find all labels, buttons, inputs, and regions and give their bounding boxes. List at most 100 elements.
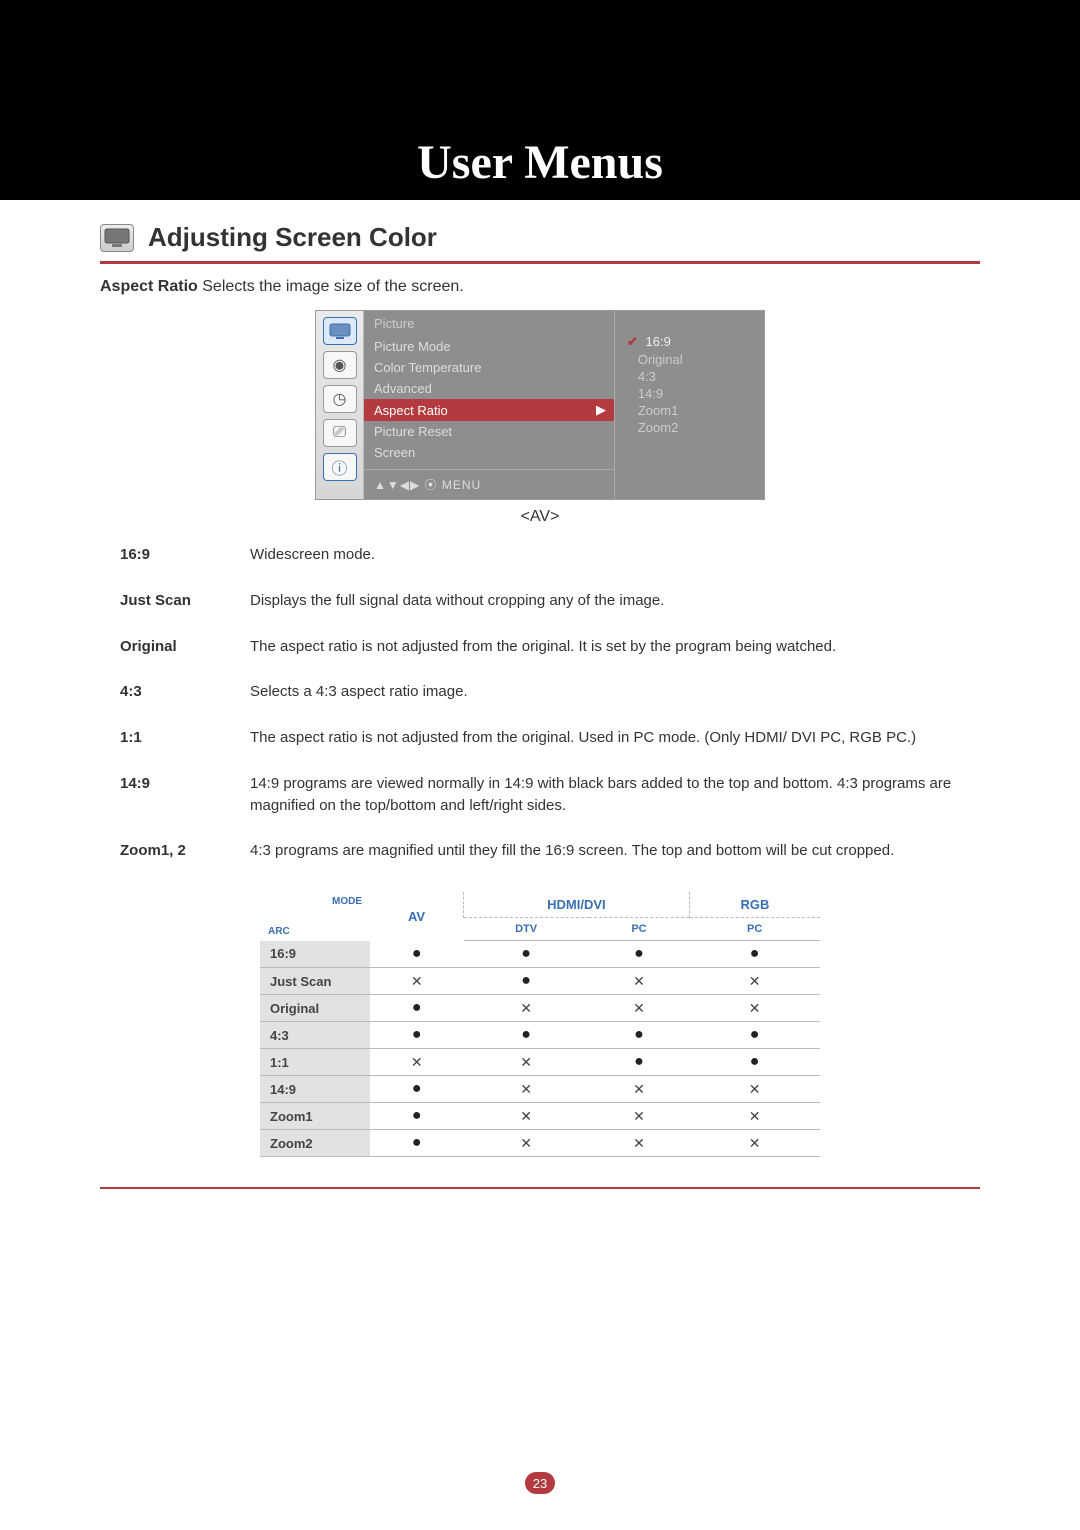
table-row: Original●✕✕✕ xyxy=(260,995,820,1022)
row-label: Original xyxy=(260,995,370,1022)
osd-option[interactable]: 14:9 xyxy=(627,385,752,402)
supported-icon: ● xyxy=(370,995,464,1022)
row-label: 14:9 xyxy=(260,1076,370,1103)
chevron-right-icon: ▶ xyxy=(596,402,606,418)
supported-icon: ● xyxy=(589,941,690,968)
unsupported-icon: ✕ xyxy=(689,968,820,995)
banner-title: User Menus xyxy=(417,135,663,190)
unsupported-icon: ✕ xyxy=(464,1049,589,1076)
osd-tab-option[interactable]: ⎚ xyxy=(323,419,357,447)
definition-row: 16:9Widescreen mode. xyxy=(120,544,980,566)
osd-option[interactable]: ✔ 16:9 xyxy=(627,333,752,351)
unsupported-icon: ✕ xyxy=(589,995,690,1022)
corner-arc: ARC xyxy=(268,926,290,937)
unsupported-icon: ✕ xyxy=(589,1076,690,1103)
osd-tab-info[interactable]: ⓘ xyxy=(323,453,357,481)
table-row: Zoom1●✕✕✕ xyxy=(260,1103,820,1130)
page-banner: User Menus xyxy=(0,0,1080,200)
supported-icon: ● xyxy=(464,1022,589,1049)
definition-row: Zoom1, 24:3 programs are magnified until… xyxy=(120,840,980,862)
table-row: 1:1✕✕●● xyxy=(260,1049,820,1076)
table-row: 4:3●●●● xyxy=(260,1022,820,1049)
definition-term: Just Scan xyxy=(120,590,250,612)
supported-icon: ● xyxy=(370,1103,464,1130)
osd-item[interactable]: Advanced xyxy=(364,378,614,399)
monitor-icon xyxy=(100,224,134,252)
osd-tab-audio[interactable]: ◉ xyxy=(323,351,357,379)
lead-text: Aspect Ratio Selects the image size of t… xyxy=(100,278,980,296)
supported-icon: ● xyxy=(589,1049,690,1076)
section-header: Adjusting Screen Color xyxy=(100,222,980,253)
osd-tab-time[interactable]: ◷ xyxy=(323,385,357,413)
col-av: AV xyxy=(370,892,464,941)
osd-option[interactable]: 4:3 xyxy=(627,368,752,385)
col-hdmi-dtv: DTV xyxy=(464,918,589,941)
definition-desc: The aspect ratio is not adjusted from th… xyxy=(250,727,980,749)
supported-icon: ● xyxy=(464,968,589,995)
unsupported-icon: ✕ xyxy=(464,1076,589,1103)
table-row: 16:9●●●● xyxy=(260,941,820,968)
osd-option-list: ✔ 16:9 Original 4:3 14:9 Zoom1 Zoom2 xyxy=(614,311,764,499)
osd-tab-strip: ◉ ◷ ⎚ ⓘ xyxy=(316,311,364,499)
osd-option[interactable]: Zoom1 xyxy=(627,402,752,419)
supported-icon: ● xyxy=(370,941,464,968)
section-title: Adjusting Screen Color xyxy=(148,222,437,253)
row-label: 4:3 xyxy=(260,1022,370,1049)
unsupported-icon: ✕ xyxy=(689,1076,820,1103)
definition-row: 4:3Selects a 4:3 aspect ratio image. xyxy=(120,681,980,703)
row-label: 16:9 xyxy=(260,941,370,968)
lead-rest: Selects the image size of the screen. xyxy=(198,278,464,295)
osd-item[interactable]: Picture Mode xyxy=(364,336,614,357)
osd-item[interactable]: Aspect Ratio▶ xyxy=(364,399,614,421)
col-hdmi: HDMI/DVI xyxy=(464,892,690,918)
av-caption: <AV> xyxy=(100,508,980,526)
unsupported-icon: ✕ xyxy=(589,1130,690,1157)
row-label: Just Scan xyxy=(260,968,370,995)
unsupported-icon: ✕ xyxy=(370,1049,464,1076)
col-rgb: RGB xyxy=(689,892,820,918)
table-row: Zoom2●✕✕✕ xyxy=(260,1130,820,1157)
osd-header: Picture xyxy=(364,311,614,336)
table-row: 14:9●✕✕✕ xyxy=(260,1076,820,1103)
bottom-rule xyxy=(100,1187,980,1189)
unsupported-icon: ✕ xyxy=(370,968,464,995)
page-number: 23 xyxy=(525,1472,555,1494)
unsupported-icon: ✕ xyxy=(464,1103,589,1130)
osd-item[interactable]: Color Temperature xyxy=(364,357,614,378)
definitions-list: 16:9Widescreen mode. Just ScanDisplays th… xyxy=(120,544,980,862)
osd-option[interactable]: Original xyxy=(627,351,752,368)
supported-icon: ● xyxy=(370,1076,464,1103)
definition-term: Zoom1, 2 xyxy=(120,840,250,862)
osd-item[interactable]: Picture Reset xyxy=(364,421,614,442)
supported-icon: ● xyxy=(689,1049,820,1076)
compat-corner: MODE ARC xyxy=(260,892,370,941)
definition-term: 16:9 xyxy=(120,544,250,566)
unsupported-icon: ✕ xyxy=(689,995,820,1022)
definition-term: 14:9 xyxy=(120,773,250,817)
col-rgb-pc: PC xyxy=(689,918,820,941)
row-label: 1:1 xyxy=(260,1049,370,1076)
definition-row: Just ScanDisplays the full signal data w… xyxy=(120,590,980,612)
compat-table: MODE ARC AV HDMI/DVI RGB DTV PC PC 16:9●… xyxy=(260,892,820,1157)
osd-item[interactable]: Screen xyxy=(364,442,614,463)
supported-icon: ● xyxy=(370,1130,464,1157)
section-rule xyxy=(100,261,980,264)
osd-option[interactable]: Zoom2 xyxy=(627,419,752,436)
supported-icon: ● xyxy=(370,1022,464,1049)
col-hdmi-pc: PC xyxy=(589,918,690,941)
unsupported-icon: ✕ xyxy=(464,995,589,1022)
definition-desc: The aspect ratio is not adjusted from th… xyxy=(250,636,980,658)
definition-desc: 14:9 programs are viewed normally in 14:… xyxy=(250,773,980,817)
definition-term: 4:3 xyxy=(120,681,250,703)
osd-tab-picture[interactable] xyxy=(323,317,357,345)
lead-bold: Aspect Ratio xyxy=(100,278,198,295)
osd-footer-hint: ▲▼◀▶ ⦿ MENU xyxy=(364,469,614,499)
table-row: Just Scan✕●✕✕ xyxy=(260,968,820,995)
definition-term: Original xyxy=(120,636,250,658)
row-label: Zoom1 xyxy=(260,1103,370,1130)
supported-icon: ● xyxy=(464,941,589,968)
definition-desc: 4:3 programs are magnified until they fi… xyxy=(250,840,980,862)
definition-desc: Displays the full signal data without cr… xyxy=(250,590,980,612)
osd-main-list: Picture Picture ModeColor TemperatureAdv… xyxy=(364,311,614,499)
unsupported-icon: ✕ xyxy=(689,1130,820,1157)
